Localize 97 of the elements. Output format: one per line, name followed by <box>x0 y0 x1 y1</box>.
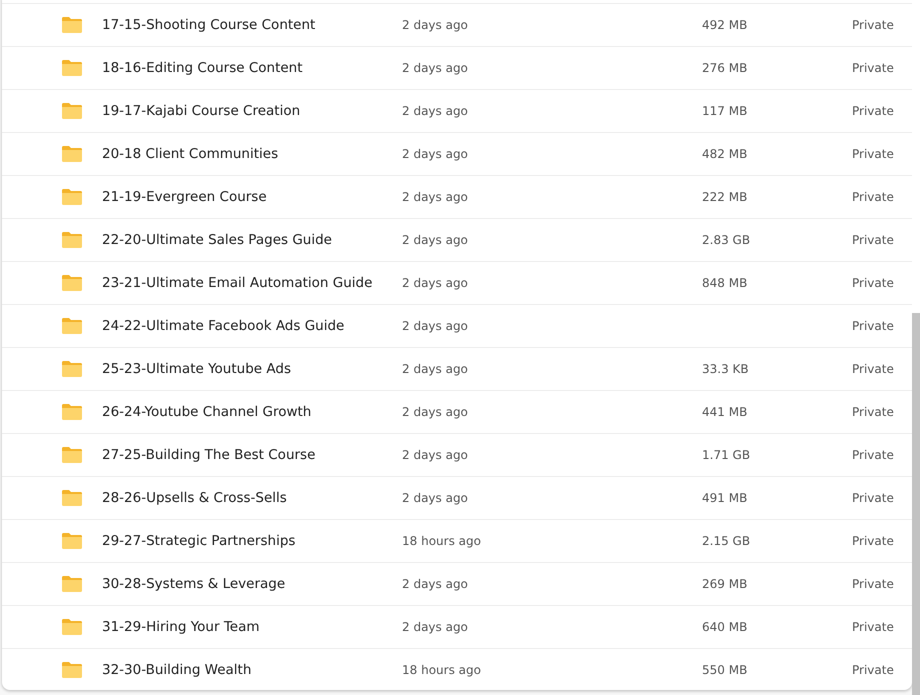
sharing-status: Private <box>852 663 894 677</box>
folder-name: 27-25-Building The Best Course <box>102 447 316 463</box>
folder-icon <box>62 361 82 377</box>
sharing-status: Private <box>852 61 894 75</box>
file-size: 33.3 KB <box>702 362 749 376</box>
folder-name: 19-17-Kajabi Course Creation <box>102 103 302 119</box>
file-size: 640 MB <box>702 620 748 634</box>
folder-icon <box>62 490 82 506</box>
modified-date: 2 days ago <box>402 147 469 161</box>
folder-icon <box>62 232 82 248</box>
folder-name: 18-16-Editing Course Content <box>102 60 304 76</box>
file-size: 491 MB <box>702 491 748 505</box>
folder-icon <box>62 619 82 635</box>
folder-icon <box>62 447 82 463</box>
file-size: 2.15 GB <box>702 534 750 548</box>
sharing-status: Private <box>852 147 894 161</box>
folder-row[interactable]: 19-17-Kajabi Course Creation 2 days ago 117 MB Private <box>2 89 912 132</box>
modified-date: 2 days ago <box>402 405 469 419</box>
folder-row[interactable]: 31-29-Hiring Your Team 2 days ago 640 MB Private <box>2 605 912 648</box>
folder-icon <box>62 576 82 592</box>
folder-icon <box>62 17 82 33</box>
sharing-status: Private <box>852 448 894 462</box>
file-size: 848 MB <box>702 276 748 290</box>
folder-name: 32-30-Building Wealth <box>102 662 252 678</box>
sharing-status: Private <box>852 620 894 634</box>
modified-date: 2 days ago <box>402 319 469 333</box>
folder-name: 25-23-Ultimate Youtube Ads <box>102 361 292 377</box>
sharing-status: Private <box>852 534 894 548</box>
folder-icon <box>62 146 82 162</box>
folder-name: 22-20-Ultimate Sales Pages Guide <box>102 232 333 248</box>
file-size: 1.71 GB <box>702 448 750 462</box>
file-size: 269 MB <box>702 577 748 591</box>
file-size: 276 MB <box>702 61 748 75</box>
sharing-status: Private <box>852 190 894 204</box>
modified-date: 18 hours ago <box>402 534 482 548</box>
modified-date: 2 days ago <box>402 61 469 75</box>
folder-row[interactable]: 30-28-Systems & Leverage 2 days ago 269 MB Private <box>2 562 912 605</box>
modified-date: 2 days ago <box>402 448 469 462</box>
folder-row[interactable]: 32-30-Building Wealth 18 hours ago 550 MB Private <box>2 648 912 691</box>
folder-row[interactable]: 23-21-Ultimate Email Automation Guide 2 days ago 848 MB Private <box>2 261 912 304</box>
sharing-status: Private <box>852 491 894 505</box>
modified-date: 2 days ago <box>402 620 469 634</box>
folder-name: 21-19-Evergreen Course <box>102 189 268 205</box>
folder-row[interactable]: 24-22-Ultimate Facebook Ads Guide 2 days ago Private <box>2 304 912 347</box>
folder-row[interactable]: 17-15-Shooting Course Content 2 days ago 492 MB Private <box>2 3 912 46</box>
folder-row[interactable]: 18-16-Editing Course Content 2 days ago 276 MB Private <box>2 46 912 89</box>
folder-icon <box>62 533 82 549</box>
folder-name: 17-15-Shooting Course Content <box>102 17 316 33</box>
folder-name: 28-26-Upsells & Cross-Sells <box>102 490 288 506</box>
sharing-status: Private <box>852 577 894 591</box>
modified-date: 2 days ago <box>402 18 469 32</box>
folder-row[interactable]: 20-18 Client Communities 2 days ago 482 MB Private <box>2 132 912 175</box>
sharing-status: Private <box>852 362 894 376</box>
folder-row[interactable]: 25-23-Ultimate Youtube Ads 2 days ago 33.3 KB Private <box>2 347 912 390</box>
folder-name: 31-29-Hiring Your Team <box>102 619 261 635</box>
file-size: 2.83 GB <box>702 233 750 247</box>
file-size: 441 MB <box>702 405 748 419</box>
folder-row[interactable]: 28-26-Upsells & Cross-Sells 2 days ago 491 MB Private <box>2 476 912 519</box>
modified-date: 18 hours ago <box>402 663 482 677</box>
sharing-status: Private <box>852 405 894 419</box>
file-size: 222 MB <box>702 190 748 204</box>
modified-date: 2 days ago <box>402 276 469 290</box>
sharing-status: Private <box>852 319 894 333</box>
sharing-status: Private <box>852 18 894 32</box>
file-size: 117 MB <box>702 104 748 118</box>
folder-icon <box>62 662 82 678</box>
folder-icon <box>62 60 82 76</box>
folder-name: 23-21-Ultimate Email Automation Guide <box>102 275 374 291</box>
folder-row[interactable]: 26-24-Youtube Channel Growth 2 days ago 441 MB Private <box>2 390 912 433</box>
folder-row[interactable]: 22-20-Ultimate Sales Pages Guide 2 days ago 2.83 GB Private <box>2 218 912 261</box>
folder-name: 30-28-Systems & Leverage <box>102 576 286 592</box>
modified-date: 2 days ago <box>402 233 469 247</box>
modified-date: 2 days ago <box>402 190 469 204</box>
modified-date: 2 days ago <box>402 362 469 376</box>
folder-row[interactable]: 27-25-Building The Best Course 2 days ago 1.71 GB Private <box>2 433 912 476</box>
scrollbar-thumb[interactable] <box>912 313 920 695</box>
folder-row[interactable]: 29-27-Strategic Partnerships 18 hours ago 2.15 GB Private <box>2 519 912 562</box>
folder-name: 26-24-Youtube Channel Growth <box>102 404 312 420</box>
folder-icon <box>62 189 82 205</box>
sharing-status: Private <box>852 276 894 290</box>
modified-date: 2 days ago <box>402 104 469 118</box>
folder-icon <box>62 404 82 420</box>
folder-name: 24-22-Ultimate Facebook Ads Guide <box>102 318 346 334</box>
folder-icon <box>62 275 82 291</box>
folder-icon <box>62 318 82 334</box>
folder-icon <box>62 103 82 119</box>
folder-name: 29-27-Strategic Partnerships <box>102 533 296 549</box>
file-size: 482 MB <box>702 147 748 161</box>
sharing-status: Private <box>852 104 894 118</box>
folder-row[interactable]: 21-19-Evergreen Course 2 days ago 222 MB Private <box>2 175 912 218</box>
sharing-status: Private <box>852 233 894 247</box>
folder-name: 20-18 Client Communities <box>102 146 280 162</box>
file-size: 492 MB <box>702 18 748 32</box>
file-size: 550 MB <box>702 663 748 677</box>
scrollbar[interactable] <box>912 0 920 695</box>
modified-date: 2 days ago <box>402 491 469 505</box>
modified-date: 2 days ago <box>402 577 469 591</box>
